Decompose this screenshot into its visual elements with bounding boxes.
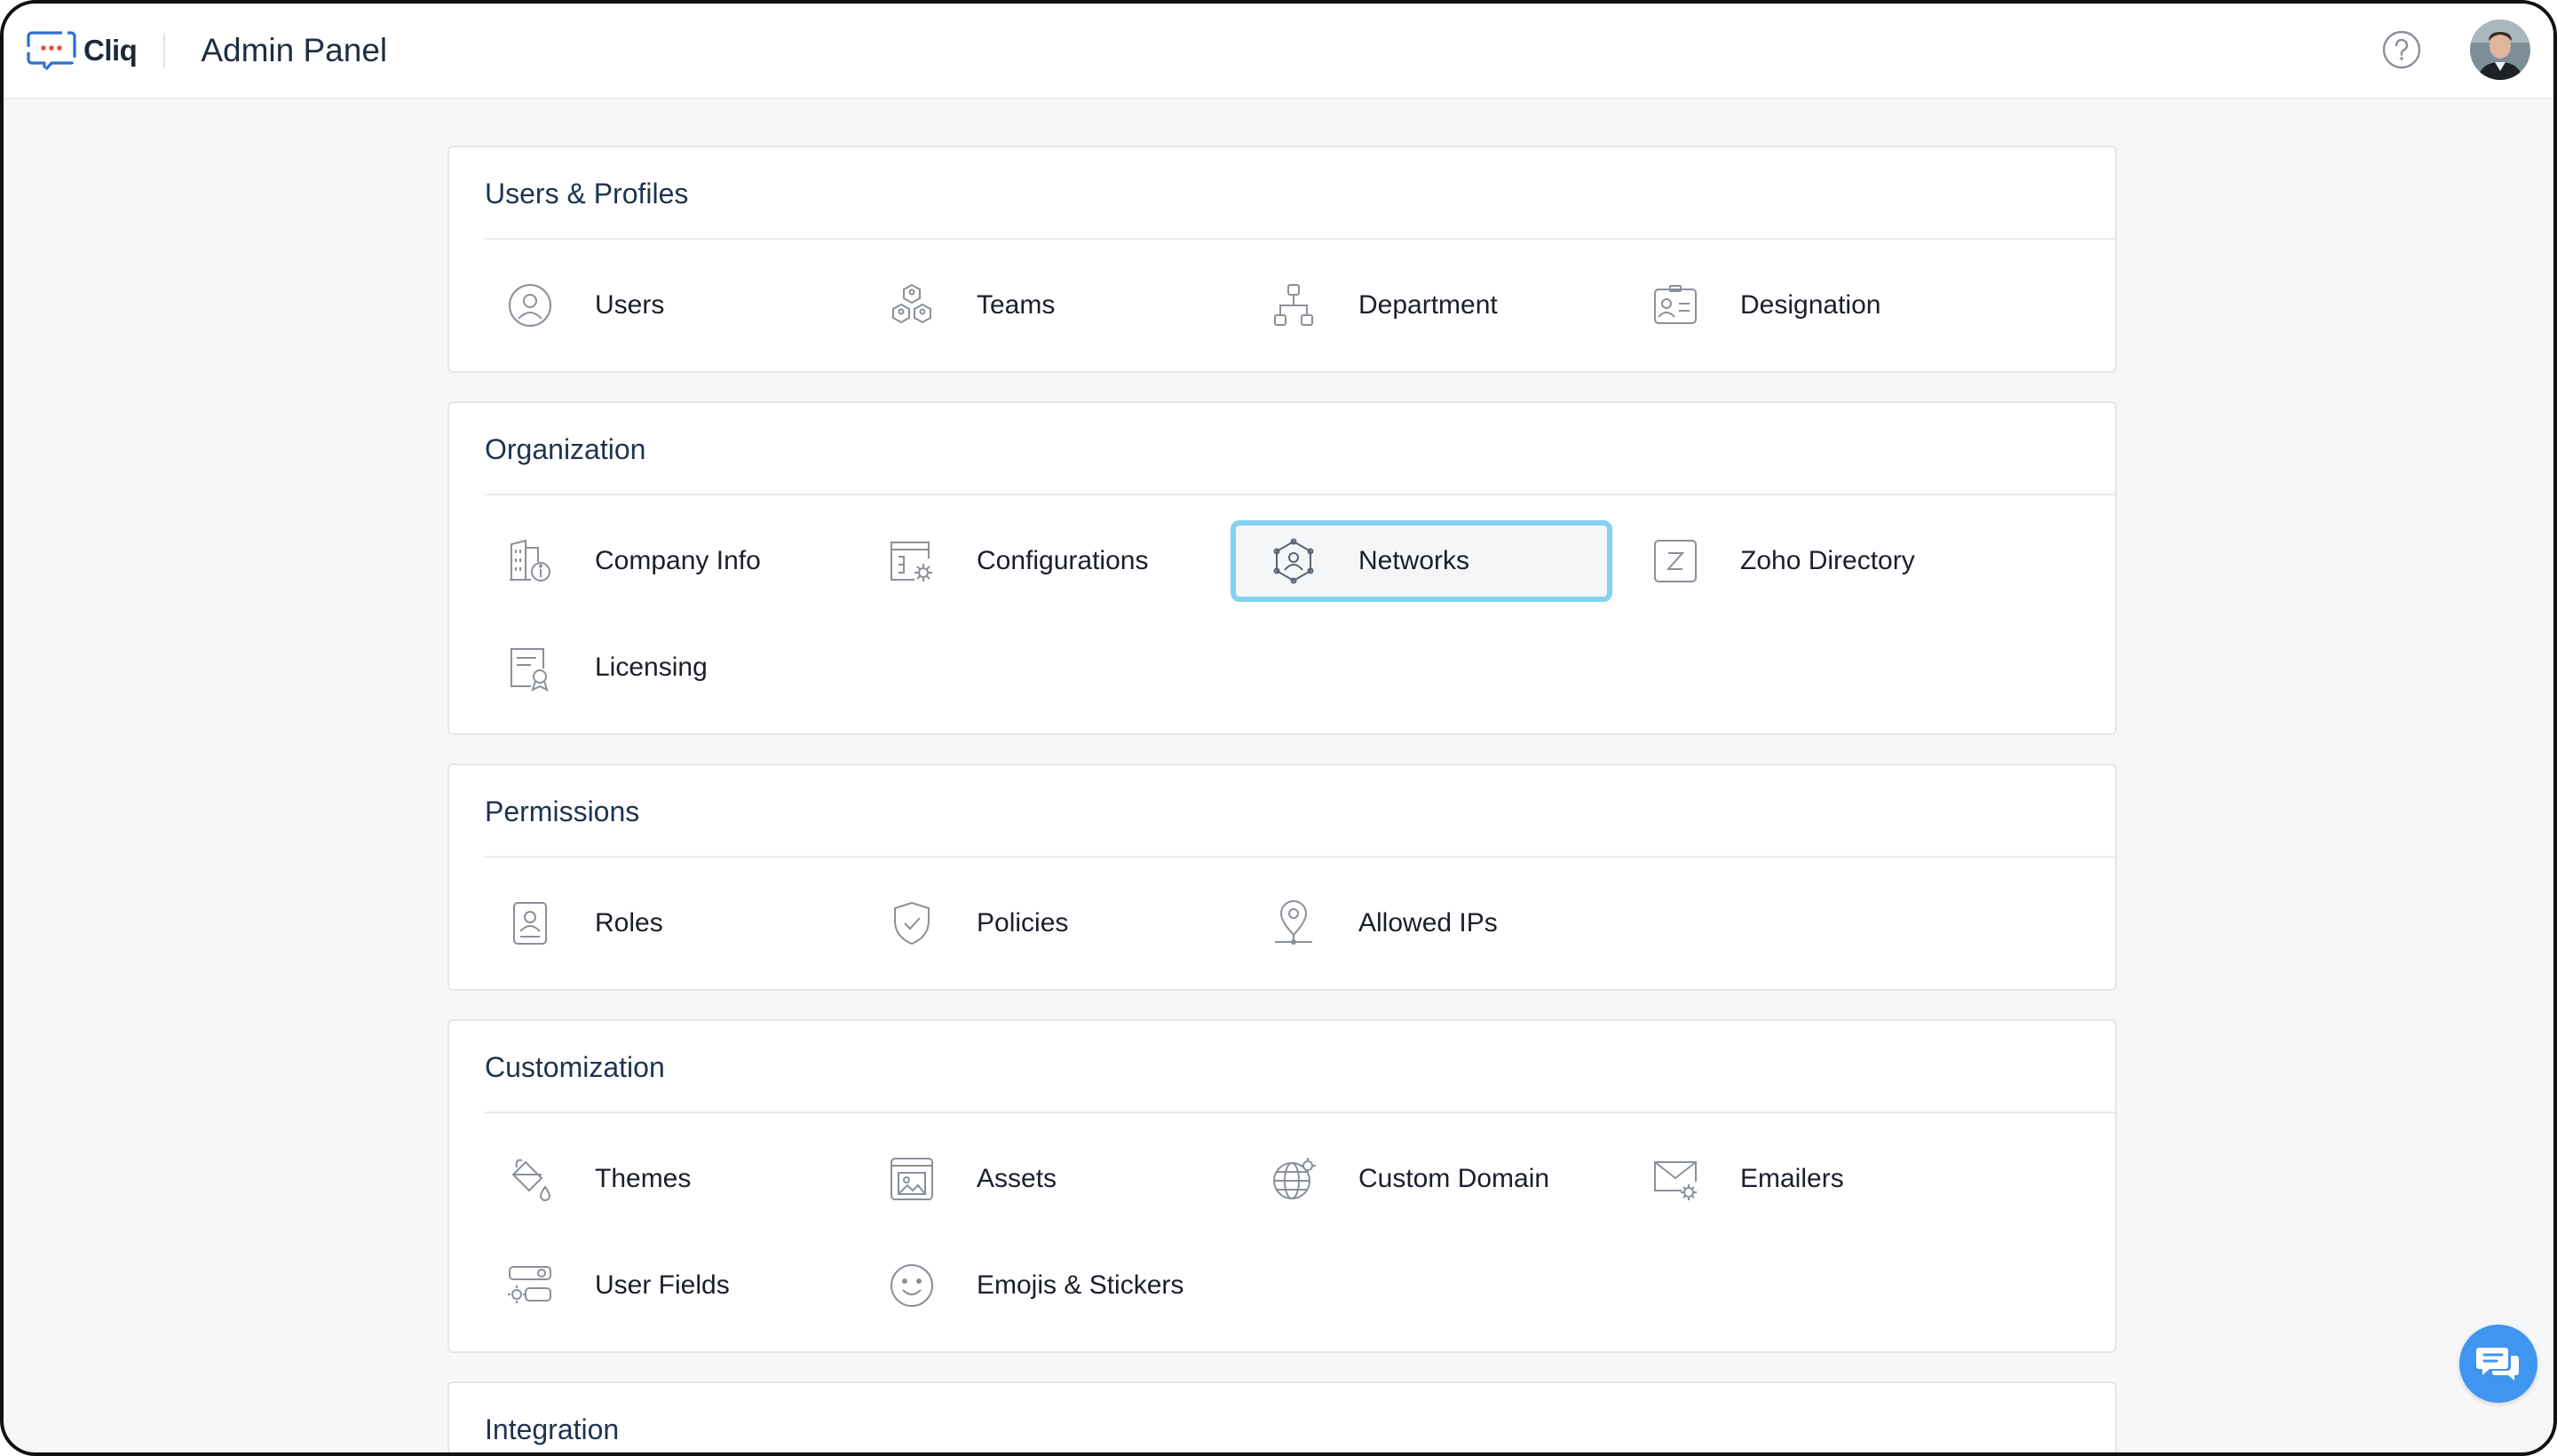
section-integration: Integration: [447, 1381, 2117, 1452]
item-label: Zoho Directory: [1740, 546, 1915, 575]
item-label: Roles: [595, 908, 663, 938]
image-asset-icon: [888, 1155, 936, 1203]
shield-check-icon: [888, 899, 936, 947]
chat-support-button[interactable]: [2459, 1325, 2537, 1403]
section-organization: Organization Company Info Configurations: [447, 401, 2117, 735]
config-gear-icon: [888, 537, 936, 585]
app-window: Cliq Admin Panel Users & Profiles Users …: [0, 0, 2557, 1456]
section-customization: Customization Themes Assets Custom Domai…: [447, 1019, 2117, 1353]
org-chart-icon: [1270, 281, 1318, 329]
item-label: Designation: [1740, 290, 1881, 320]
item-emailers[interactable]: Emailers: [1612, 1138, 1994, 1220]
row-break: [467, 602, 2097, 627]
section-items: Roles Policies Allowed IPs: [449, 858, 2115, 989]
top-bar: Cliq Admin Panel: [4, 4, 2553, 99]
item-label: Emojis & Stickers: [977, 1270, 1184, 1300]
item-policies[interactable]: Policies: [849, 882, 1231, 964]
item-emojis-stickers[interactable]: Emojis & Stickers: [849, 1245, 1231, 1326]
section-title: Integration: [485, 1383, 2115, 1452]
section-items: Users Teams Department Designation: [449, 240, 2115, 371]
item-label: Company Info: [595, 546, 761, 575]
item-teams[interactable]: Teams: [849, 265, 1231, 346]
item-label: Emailers: [1740, 1164, 1844, 1193]
item-label: Allowed IPs: [1358, 908, 1498, 938]
item-label: Policies: [977, 908, 1069, 938]
item-label: Assets: [977, 1164, 1057, 1193]
globe-gear-icon: [1270, 1155, 1318, 1203]
item-custom-domain[interactable]: Custom Domain: [1231, 1138, 1612, 1220]
item-label: Networks: [1358, 546, 1470, 575]
page-title: Admin Panel: [201, 32, 388, 68]
item-label: Teams: [977, 290, 1056, 320]
topbar-actions: [2381, 20, 2530, 80]
mail-gear-icon: [1651, 1155, 1699, 1203]
item-configurations[interactable]: Configurations: [849, 520, 1231, 602]
paint-bucket-icon: [506, 1155, 554, 1203]
item-themes[interactable]: Themes: [467, 1138, 849, 1220]
brand[interactable]: Cliq: [27, 26, 138, 75]
item-label: Custom Domain: [1358, 1164, 1550, 1193]
section-users-profiles: Users & Profiles Users Teams Department …: [447, 146, 2117, 373]
section-title: Users & Profiles: [485, 147, 2115, 240]
license-certificate-icon: [506, 644, 554, 692]
user-avatar[interactable]: [2470, 20, 2530, 80]
item-company-info[interactable]: Company Info: [467, 520, 849, 602]
item-label: Configurations: [977, 546, 1149, 575]
help-icon[interactable]: [2381, 29, 2422, 70]
chat-bubbles-icon: [2476, 1348, 2519, 1381]
item-label: Licensing: [595, 653, 708, 682]
item-label: Users: [595, 290, 665, 320]
item-label: Department: [1358, 290, 1498, 320]
id-badge-icon: [1651, 281, 1699, 329]
section-items: Themes Assets Custom Domain Emailers Use…: [449, 1113, 2115, 1351]
section-title: Organization: [485, 403, 2115, 495]
role-badge-icon: [506, 899, 554, 947]
avatar-image: [2470, 20, 2530, 80]
user-circle-icon: [506, 281, 554, 329]
brand-name: Cliq: [83, 34, 138, 67]
item-designation[interactable]: Designation: [1612, 265, 1994, 346]
section-items: Company Info Configurations Networks Zoh…: [449, 495, 2115, 733]
cliq-logo-icon: [27, 31, 76, 73]
z-directory-icon: [1651, 537, 1699, 585]
admin-content: Users & Profiles Users Teams Department …: [447, 146, 2117, 1452]
section-permissions: Permissions Roles Policies Allowed IPs: [447, 764, 2117, 991]
building-info-icon: [506, 537, 554, 585]
smiley-icon: [888, 1262, 936, 1310]
item-roles[interactable]: Roles: [467, 882, 849, 964]
section-title: Permissions: [485, 765, 2115, 858]
item-label: Themes: [595, 1164, 692, 1193]
toggle-fields-icon: [506, 1262, 554, 1310]
network-icon: [1270, 537, 1318, 585]
item-licensing[interactable]: Licensing: [467, 627, 849, 708]
section-title: Customization: [485, 1021, 2115, 1113]
item-allowed-ips[interactable]: Allowed IPs: [1231, 882, 1612, 964]
item-zoho-directory[interactable]: Zoho Directory: [1612, 520, 1994, 602]
row-break: [467, 1220, 2097, 1245]
location-pin-icon: [1270, 899, 1318, 947]
item-label: User Fields: [595, 1270, 730, 1300]
item-networks[interactable]: Networks: [1231, 520, 1612, 602]
item-department[interactable]: Department: [1231, 265, 1612, 346]
item-user-fields[interactable]: User Fields: [467, 1245, 849, 1326]
brand-divider: [163, 33, 166, 68]
item-users[interactable]: Users: [467, 265, 849, 346]
teams-icon: [888, 281, 936, 329]
item-assets[interactable]: Assets: [849, 1138, 1231, 1220]
